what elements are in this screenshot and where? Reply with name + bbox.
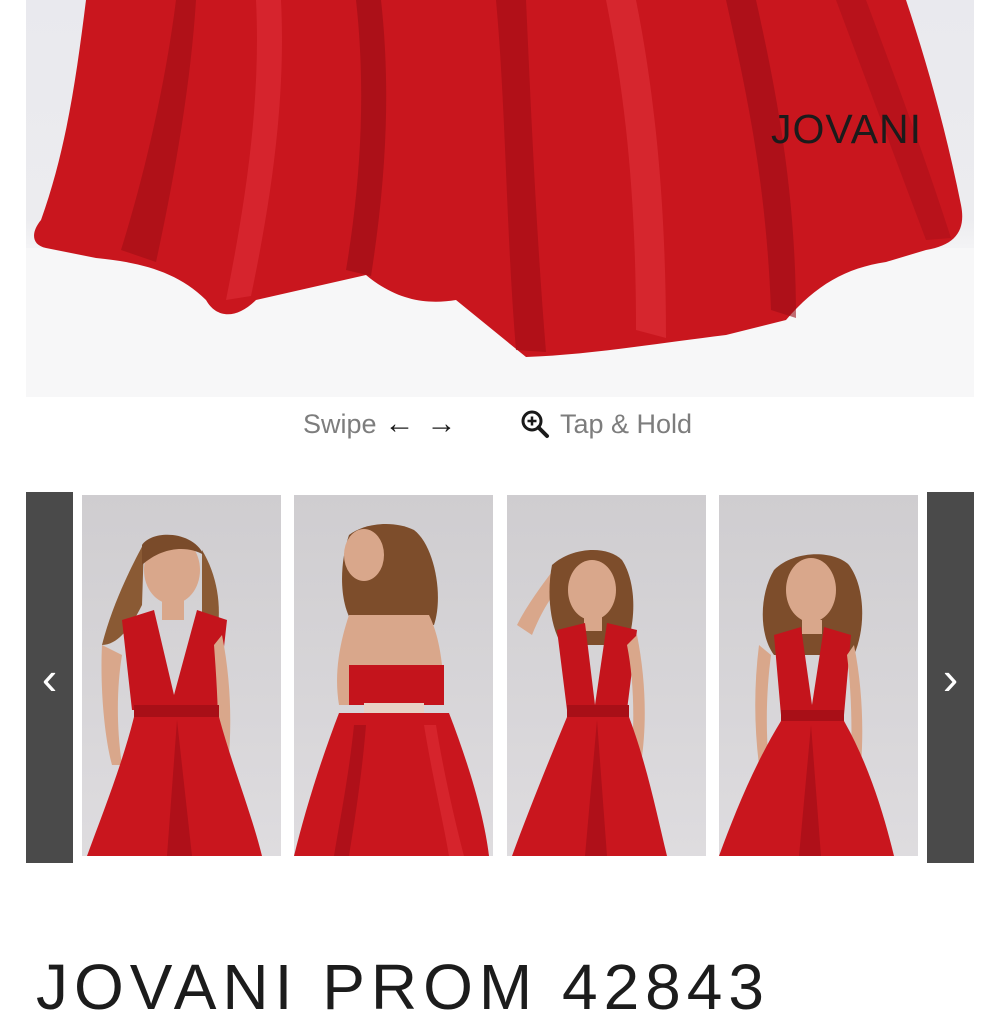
zoom-label: Tap & Hold [560,408,693,439]
zoom-in-icon [520,409,550,439]
thumbnail-front[interactable] [82,495,281,856]
carousel-next-button[interactable]: › [927,492,974,863]
model-back-image [294,523,489,856]
thumbnail-front-overskirt[interactable] [719,495,918,856]
model-front-image [87,534,262,856]
swipe-hint: Swipe ← → [303,404,457,444]
product-title: JOVANI PROM 42843 [36,951,770,1023]
brand-logo: JOVANI [771,106,923,152]
arrow-left-icon: ← [384,407,415,440]
zoom-hint: Tap & Hold [520,404,692,444]
model-pose-image [512,549,667,856]
model-overskirt-image [719,554,894,856]
thumbnail-back[interactable] [294,495,493,856]
carousel-prev-button[interactable]: ‹ [26,492,73,863]
thumbnail-front-pose[interactable] [507,495,706,856]
chevron-right-icon: › [942,651,959,704]
swipe-label: Swipe [303,408,377,439]
dress-skirt-illustration [26,0,974,397]
arrow-right-icon: → [426,407,457,440]
main-product-image[interactable]: JOVANI [26,0,974,397]
chevron-left-icon: ‹ [41,651,58,704]
